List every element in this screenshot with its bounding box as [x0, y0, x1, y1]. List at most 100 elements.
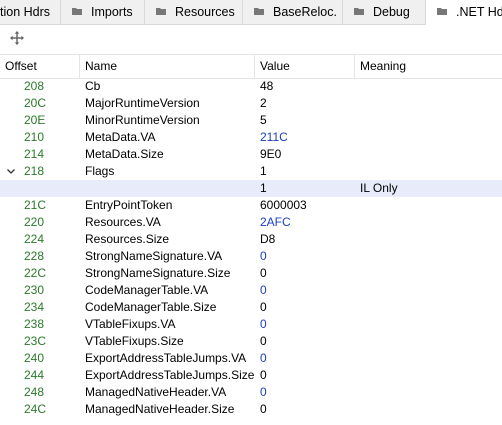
table-row[interactable]: 24C ManagedNativeHeader.Size 0 [0, 401, 502, 418]
name-cell: StrongNameSignature.VA [85, 249, 223, 263]
column-header-value[interactable]: Value [255, 55, 355, 78]
meaning-cell [360, 333, 502, 350]
value-cell[interactable]: 6000003 [260, 197, 355, 214]
meaning-cell [360, 316, 502, 333]
value-cell[interactable]: 0 [260, 282, 355, 299]
name-cell: ExportAddressTableJumps.Size [85, 368, 255, 382]
table-row[interactable]: 234 CodeManagerTable.Size 0 [0, 299, 502, 316]
value-cell[interactable]: 0 [260, 265, 355, 282]
toolbar [0, 25, 502, 51]
tab-resources[interactable]: Resources [145, 0, 243, 24]
value-cell[interactable]: 0 [260, 401, 355, 418]
tab-section-headers[interactable]: tion Hdrs [0, 0, 61, 24]
table-row[interactable]: 21C EntryPointToken 6000003 [0, 197, 502, 214]
value-cell[interactable]: 211C [260, 129, 355, 146]
name-cell: ManagedNativeHeader.VA [85, 385, 227, 399]
offset-cell: 218 [24, 164, 45, 178]
name-cell: ManagedNativeHeader.Size [85, 402, 235, 416]
value-cell[interactable]: 9E0 [260, 146, 355, 163]
table-row[interactable]: 218 Flags 1 [0, 163, 502, 180]
offset-cell: 214 [24, 147, 45, 161]
meaning-cell: IL Only [360, 181, 398, 195]
name-cell: EntryPointToken [85, 198, 173, 212]
table-row[interactable]: 230 CodeManagerTable.VA 0 [0, 282, 502, 299]
table-row[interactable]: 22C StrongNameSignature.Size 0 [0, 265, 502, 282]
meaning-cell [360, 129, 502, 146]
flag-row[interactable]: 1 IL Only [0, 180, 502, 197]
value-cell[interactable]: 2AFC [260, 214, 355, 231]
offset-cell: 234 [24, 300, 45, 314]
value-cell[interactable]: 1 [260, 180, 355, 197]
value-cell[interactable]: D8 [260, 231, 355, 248]
name-cell: MinorRuntimeVersion [85, 113, 200, 127]
folder-icon [354, 8, 364, 15]
offset-cell [24, 180, 80, 197]
tab-imports[interactable]: Imports [61, 0, 145, 24]
column-header-name[interactable]: Name [80, 55, 255, 78]
offset-cell: 228 [24, 249, 45, 263]
chevron-down-icon[interactable] [5, 163, 17, 180]
tab-basereloc[interactable]: BaseReloc. [243, 0, 343, 24]
tab-debug[interactable]: Debug [343, 0, 426, 24]
value-cell[interactable]: 48 [260, 78, 355, 95]
table-row[interactable]: 208 Cb 48 [0, 78, 502, 95]
value-cell[interactable]: 0 [260, 299, 355, 316]
table-row[interactable]: 20E MinorRuntimeVersion 5 [0, 112, 502, 129]
meaning-cell [360, 282, 502, 299]
meaning-cell [360, 384, 502, 401]
name-cell: Resources.VA [85, 215, 161, 229]
table-row[interactable]: 20C MajorRuntimeVersion 2 [0, 95, 502, 112]
meaning-cell [360, 146, 502, 163]
table-row[interactable]: 23C VTableFixups.Size 0 [0, 333, 502, 350]
meaning-cell [360, 401, 502, 418]
name-cell: MajorRuntimeVersion [85, 96, 200, 110]
name-cell: CodeManagerTable.VA [85, 283, 209, 297]
name-cell: ExportAddressTableJumps.VA [85, 351, 247, 365]
offset-cell: 230 [24, 283, 45, 297]
table-row[interactable]: 210 MetaData.VA 211C [0, 129, 502, 146]
offset-cell: 240 [24, 351, 45, 365]
name-cell: Flags [85, 164, 115, 178]
table-body: 208 Cb 48 20C MajorRuntimeVersion 2 20E … [0, 78, 502, 418]
value-cell[interactable]: 1 [260, 163, 355, 180]
value-cell[interactable]: 2 [260, 95, 355, 112]
offset-cell: 21C [24, 198, 47, 212]
value-cell[interactable]: 0 [260, 367, 355, 384]
table-row[interactable]: 228 StrongNameSignature.VA 0 [0, 248, 502, 265]
offset-cell: 210 [24, 130, 45, 144]
offset-cell: 20E [24, 113, 46, 127]
meaning-cell [360, 350, 502, 367]
meaning-cell [360, 78, 502, 95]
value-cell[interactable]: 0 [260, 316, 355, 333]
folder-icon [254, 8, 264, 15]
value-cell[interactable]: 0 [260, 350, 355, 367]
name-cell [85, 180, 255, 197]
column-header-offset[interactable]: Offset [0, 55, 80, 78]
table-row[interactable]: 224 Resources.Size D8 [0, 231, 502, 248]
table-row[interactable]: 220 Resources.VA 2AFC [0, 214, 502, 231]
offset-cell: 224 [24, 232, 45, 246]
name-cell: MetaData.Size [85, 147, 164, 161]
meaning-cell [360, 265, 502, 282]
offset-cell: 244 [24, 368, 45, 382]
table-row[interactable]: 214 MetaData.Size 9E0 [0, 146, 502, 163]
value-cell[interactable]: 0 [260, 384, 355, 401]
meaning-cell [360, 95, 502, 112]
name-cell: Resources.Size [85, 232, 170, 246]
table-row[interactable]: 240 ExportAddressTableJumps.VA 0 [0, 350, 502, 367]
meaning-cell [360, 112, 502, 129]
offset-cell: 208 [24, 79, 45, 93]
meaning-cell [360, 367, 502, 384]
tab-net-hdr[interactable]: .NET Hdr [426, 0, 502, 25]
move-icon[interactable] [9, 30, 25, 46]
name-cell: CodeManagerTable.Size [85, 300, 217, 314]
offset-cell: 24C [24, 402, 47, 416]
value-cell[interactable]: 0 [260, 333, 355, 350]
table-row[interactable]: 248 ManagedNativeHeader.VA 0 [0, 384, 502, 401]
table-row[interactable]: 238 VTableFixups.VA 0 [0, 316, 502, 333]
value-cell[interactable]: 5 [260, 112, 355, 129]
column-header-meaning[interactable]: Meaning [355, 55, 502, 78]
folder-icon [156, 8, 166, 15]
table-row[interactable]: 244 ExportAddressTableJumps.Size 0 [0, 367, 502, 384]
value-cell[interactable]: 0 [260, 248, 355, 265]
